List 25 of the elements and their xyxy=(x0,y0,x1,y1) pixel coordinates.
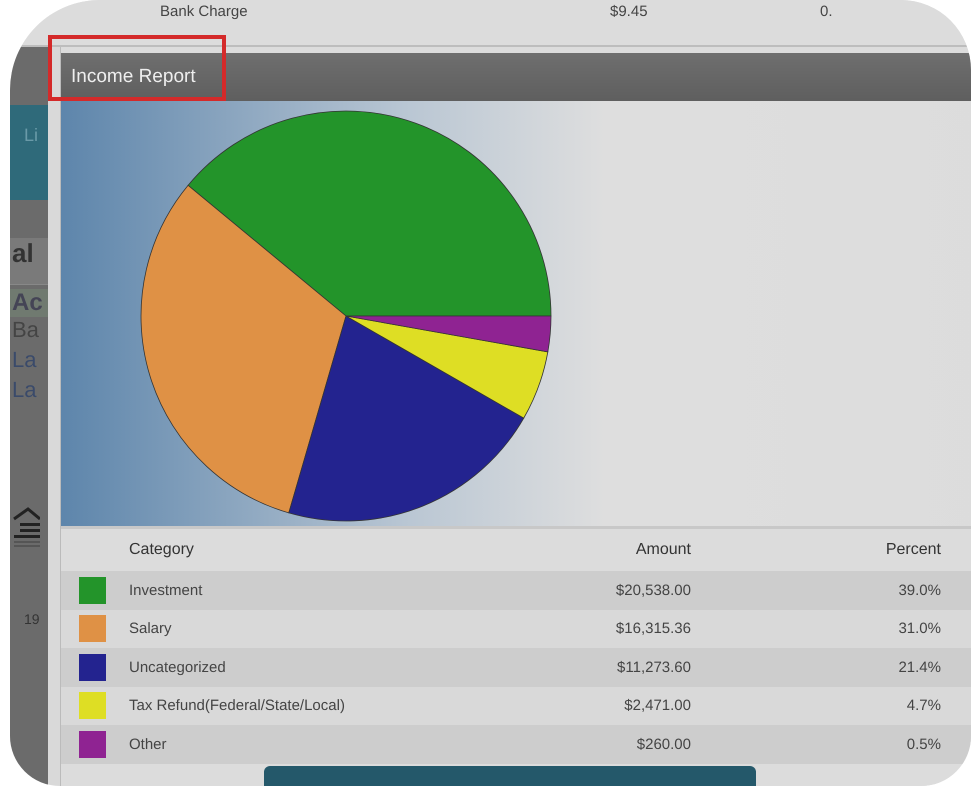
table-cell-text: Investment xyxy=(129,582,204,599)
table-cell-text: $2,471.00 xyxy=(623,697,691,714)
table-cell-text: 21.4% xyxy=(897,658,941,676)
table-cell-text: Salary xyxy=(129,620,173,638)
heading-fragment: al xyxy=(10,238,48,285)
table-cell-text: $20,538.00 xyxy=(614,582,691,599)
table-cell-text: $11,273.60 xyxy=(616,658,691,676)
table-cell-text: Uncategorized xyxy=(129,658,227,676)
table-cell-text: 0.5% xyxy=(906,736,941,753)
row-value: 0. xyxy=(820,3,833,20)
row-label: Bank Charge xyxy=(160,3,249,20)
tab-fragment[interactable]: Li xyxy=(10,105,48,200)
row-amount: $9.45 xyxy=(610,3,649,20)
table-cell-text: $260.00 xyxy=(636,736,691,753)
table-cell-text: 39.0% xyxy=(897,582,941,599)
table-cell-text: Other xyxy=(129,736,168,753)
table-cell-text: 31.0% xyxy=(897,620,941,638)
table-cell-text: $16,315.36 xyxy=(614,620,691,638)
dialog-title: Income Report xyxy=(71,66,196,88)
table-cell-text: 4.7% xyxy=(906,697,941,714)
table-cell-text: Tax Refund(Federal/State/Local) xyxy=(129,697,346,714)
column-header: Amount xyxy=(634,541,691,559)
column-header: Category xyxy=(129,541,195,559)
text-fragment: 19 xyxy=(23,611,41,629)
column-header: Percent xyxy=(884,541,941,559)
